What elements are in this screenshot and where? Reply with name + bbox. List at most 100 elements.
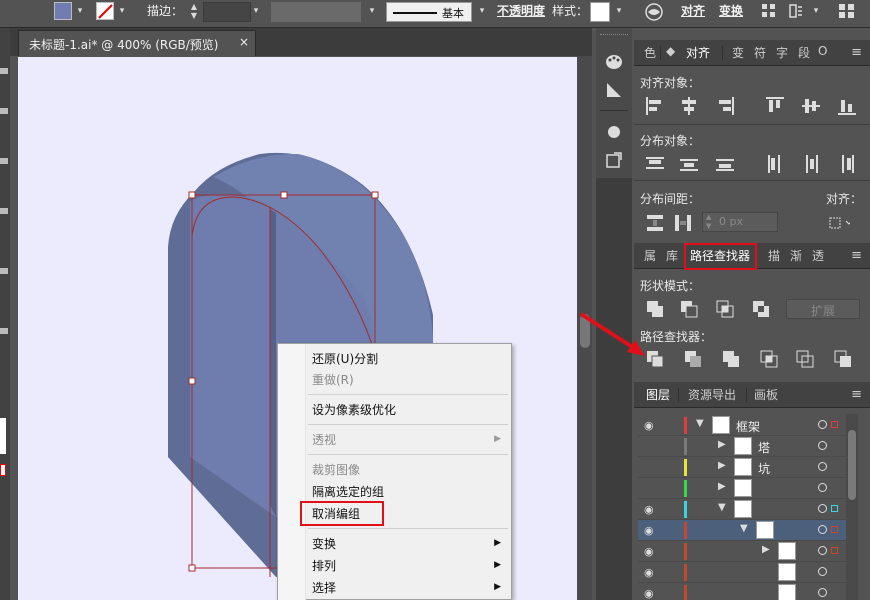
distribute-right-icon[interactable]: [836, 153, 858, 175]
chevron-down-icon[interactable]: ▼: [718, 502, 726, 513]
layer-row[interactable]: ◉: [638, 562, 858, 583]
minus-back-icon[interactable]: [832, 348, 854, 370]
chevron-right-icon[interactable]: ▶: [762, 544, 770, 555]
variable-width-profile[interactable]: [271, 2, 361, 22]
eye-icon[interactable]: ◉: [644, 524, 660, 537]
layer-row[interactable]: ◉ ▶: [638, 541, 858, 562]
distribute-vertical-center-icon[interactable]: [678, 153, 700, 175]
target-icon[interactable]: [818, 441, 827, 450]
panel-menu-icon[interactable]: ≡: [851, 248, 862, 263]
isolate-icon[interactable]: [788, 3, 804, 19]
menu-item[interactable]: 排列: [312, 557, 336, 574]
align-to-selector-icon[interactable]: [828, 212, 856, 234]
eye-icon[interactable]: ◉: [644, 419, 660, 432]
export-icon[interactable]: [604, 150, 624, 170]
transform-link[interactable]: 变换: [719, 0, 743, 22]
stepper-icon[interactable]: ▲ ▼: [188, 2, 200, 22]
target-icon[interactable]: [818, 483, 827, 492]
tool-icon[interactable]: [0, 208, 8, 214]
menu-item[interactable]: 设为像素级优化: [312, 401, 396, 418]
selection-indicator[interactable]: [831, 505, 838, 512]
opacity-link[interactable]: 不透明度: [497, 0, 545, 22]
palette-icon[interactable]: [604, 52, 624, 72]
stroke-dropdown-icon[interactable]: ▾: [116, 2, 128, 20]
close-icon[interactable]: ×: [239, 35, 249, 49]
eye-icon[interactable]: ◉: [644, 545, 660, 558]
trim-icon[interactable]: [682, 348, 704, 370]
panel-menu-icon[interactable]: ≡: [851, 45, 862, 60]
layer-row[interactable]: ◉ ▼: [638, 499, 858, 520]
distribute-vertical-space-icon[interactable]: [644, 212, 666, 234]
target-icon[interactable]: [818, 462, 827, 471]
target-icon[interactable]: [818, 546, 827, 555]
target-icon[interactable]: [818, 588, 827, 597]
profile-dropdown[interactable]: ▾: [366, 2, 378, 20]
align-horizontal-center-icon[interactable]: [678, 95, 700, 117]
tab-pathfinder-icon[interactable]: ◆: [666, 44, 675, 58]
stroke-none-icon[interactable]: [96, 2, 114, 20]
tool-icon[interactable]: [0, 158, 8, 164]
tab-libraries[interactable]: 库: [666, 247, 678, 264]
expand-button[interactable]: 扩展: [786, 299, 860, 319]
tab-asset-export[interactable]: 资源导出: [688, 386, 736, 403]
arrange-icon[interactable]: [838, 3, 856, 19]
tool-icon[interactable]: [0, 328, 8, 334]
crop-icon[interactable]: [758, 348, 780, 370]
chevron-right-icon[interactable]: ▶: [718, 460, 726, 471]
style-swatch[interactable]: [590, 2, 610, 22]
tab-opentype[interactable]: O: [818, 44, 827, 58]
document-tab[interactable]: 未标题-1.ai* @ 400% (RGB/预览) ×: [18, 30, 256, 56]
menu-item[interactable]: 还原(U)分割: [312, 350, 378, 367]
menu-item[interactable]: 变换: [312, 535, 336, 552]
merge-icon[interactable]: [720, 348, 742, 370]
fill-swatch-icon[interactable]: [54, 2, 72, 20]
fill-color-icon[interactable]: [0, 418, 6, 454]
chevron-down-icon[interactable]: ▼: [696, 418, 704, 429]
tool-icon[interactable]: [0, 108, 8, 114]
layer-row[interactable]: ◉ ▼: [638, 520, 858, 541]
tab-color[interactable]: 色: [644, 44, 656, 61]
distribute-horizontal-space-icon[interactable]: [672, 212, 694, 234]
intersect-icon[interactable]: [714, 298, 736, 320]
layer-name[interactable]: 塔: [758, 439, 770, 456]
selection-indicator[interactable]: [831, 421, 838, 428]
layer-row[interactable]: ◉: [638, 583, 858, 600]
distribute-left-icon[interactable]: [764, 153, 786, 175]
brush-dropdown[interactable]: ▾: [476, 2, 488, 20]
brush-definition[interactable]: 基本: [386, 2, 472, 22]
target-icon[interactable]: [818, 504, 827, 513]
stepper-icon[interactable]: ▲ ▼: [706, 213, 711, 231]
align-bottom-icon[interactable]: [836, 95, 858, 117]
gradient-icon[interactable]: [604, 80, 624, 100]
stroke-color-icon[interactable]: [0, 464, 6, 476]
tab-properties[interactable]: 属: [644, 247, 656, 264]
tool-icon[interactable]: [0, 68, 8, 74]
eye-icon[interactable]: ◉: [644, 503, 660, 516]
stroke-weight-input[interactable]: [203, 2, 251, 22]
chevron-down-icon[interactable]: ▼: [740, 523, 748, 534]
layer-row[interactable]: ▶: [638, 478, 858, 499]
style-dropdown[interactable]: ▾: [613, 2, 625, 20]
layers-scrollbar[interactable]: [846, 414, 858, 600]
fill-dropdown-icon[interactable]: ▾: [74, 2, 86, 20]
exclude-icon[interactable]: [750, 298, 772, 320]
distribute-bottom-icon[interactable]: [714, 153, 736, 175]
distribute-top-icon[interactable]: [644, 153, 666, 175]
menu-item[interactable]: 选择: [312, 579, 336, 596]
sun-icon[interactable]: [604, 122, 624, 142]
tab-layers[interactable]: 图层: [646, 386, 670, 403]
selection-indicator[interactable]: [831, 526, 838, 533]
align-top-icon[interactable]: [764, 95, 786, 117]
outline-icon[interactable]: [794, 348, 816, 370]
spacing-input[interactable]: ▲ ▼ 0 px: [702, 212, 778, 232]
chevron-right-icon[interactable]: ▶: [718, 439, 726, 450]
tab-gradient[interactable]: 渐: [790, 247, 802, 264]
tool-icon[interactable]: [0, 268, 8, 274]
tab-character[interactable]: 字: [776, 44, 788, 61]
align-left-icon[interactable]: [644, 95, 666, 117]
tab-symbols[interactable]: 符: [754, 44, 766, 61]
selection-indicator[interactable]: [831, 547, 838, 554]
minus-front-icon[interactable]: [678, 298, 700, 320]
align-vertical-center-icon[interactable]: [800, 95, 822, 117]
eye-icon[interactable]: ◉: [644, 587, 660, 600]
